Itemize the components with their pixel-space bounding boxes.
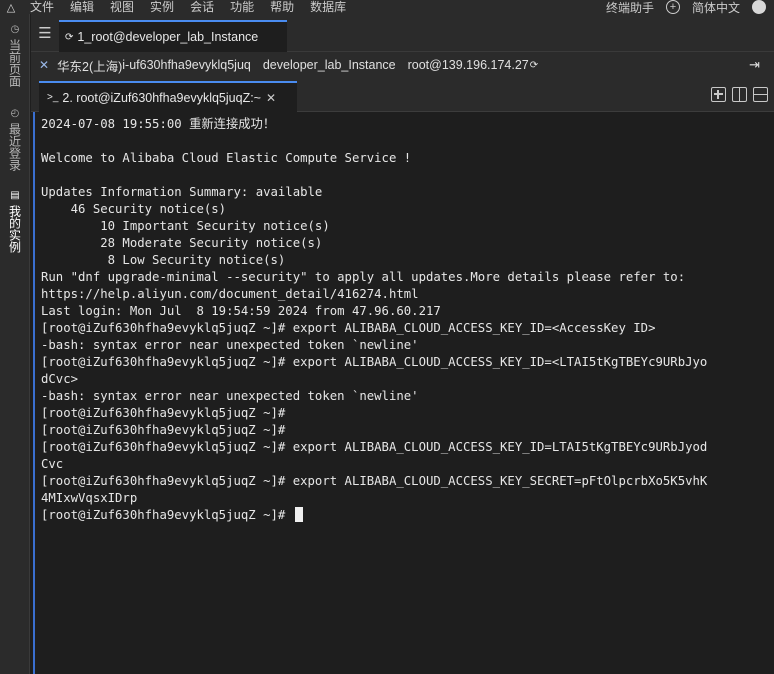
menu-instance[interactable]: 实例 xyxy=(150,0,174,14)
terminal-line: -bash: syntax error near unexpected toke… xyxy=(41,338,419,352)
sidebar-item-label: 最近登录 xyxy=(7,123,22,171)
reconnect-icon: ⟳ xyxy=(65,31,74,43)
terminal-line: 4MIxwVqsxIDrp xyxy=(41,491,138,505)
terminal-line: [root@iZuf630hfha9evyklq5juqZ ~]# export… xyxy=(41,474,708,488)
clock-icon: ◷ xyxy=(9,24,21,35)
sidebar-item-recent-login[interactable]: ◴ 最近登录 xyxy=(5,108,25,171)
terminal-assistant-button[interactable]: 终端助手 xyxy=(606,0,654,15)
instance-info-bar: ✕ 华东2(上海) i-uf630hfha9evyklq5juq develop… xyxy=(31,52,774,78)
terminal-line: Welcome to Alibaba Cloud Elastic Compute… xyxy=(41,151,412,165)
new-pane-icon[interactable] xyxy=(711,87,726,102)
terminal-line: dCvc> xyxy=(41,372,79,386)
menu-file[interactable]: 文件 xyxy=(30,0,54,14)
menu-view[interactable]: 视图 xyxy=(110,0,134,14)
terminal-line: 46 Security notice(s) xyxy=(41,202,227,216)
language-selector[interactable]: 简体中文 xyxy=(692,0,740,15)
sidebar-item-label: 当前页面 xyxy=(7,39,22,87)
menu-features[interactable]: 功能 xyxy=(230,0,254,14)
terminal-prompt: [root@iZuf630hfha9evyklq5juqZ ~]# xyxy=(41,508,293,522)
menu-help[interactable]: 帮助 xyxy=(270,0,294,14)
close-tab-icon[interactable]: ✕ xyxy=(266,91,276,105)
reconnect-icon[interactable]: ⟳ xyxy=(530,60,538,71)
terminal-icon: >_ xyxy=(47,92,59,103)
tab-terminal-2[interactable]: >_ 2. root@iZuf630hfha9evyklq5juqZ:~ ✕ xyxy=(39,81,297,112)
sidebar: ◷ 当前页面 ◴ 最近登录 ▤ 我的实例 xyxy=(0,14,30,674)
avatar[interactable] xyxy=(752,0,766,14)
terminal-line: -bash: syntax error near unexpected toke… xyxy=(41,389,419,403)
instance-name: developer_lab_Instance xyxy=(262,58,396,72)
terminal-line: [root@iZuf630hfha9evyklq5juqZ ~]# xyxy=(41,406,286,420)
terminal-line: Cvc xyxy=(41,457,64,471)
terminal-line: [root@iZuf630hfha9evyklq5juqZ ~]# export… xyxy=(41,440,708,454)
sidebar-item-current-page[interactable]: ◷ 当前页面 xyxy=(5,24,25,87)
terminal-output[interactable]: 2024-07-08 19:55:00 重新连接成功！ Welcome to A… xyxy=(33,112,774,674)
list-icon: ▤ xyxy=(9,190,21,201)
instance-id: i-uf630hfha9evyklq5juq xyxy=(122,58,251,72)
terminal-tab-bar: >_ 2. root@iZuf630hfha9evyklq5juqZ:~ ✕ xyxy=(31,78,774,112)
terminal-line: [root@iZuf630hfha9evyklq5juqZ ~]# export… xyxy=(41,321,656,335)
menu-edit[interactable]: 编辑 xyxy=(70,0,94,14)
session-tab-bar: ☰ ⟳ 1_root@developer_lab_Instance xyxy=(31,14,774,52)
terminal-line: 2024-07-08 19:55:00 重新连接成功！ xyxy=(41,117,276,131)
sidebar-item-my-instances[interactable]: ▤ 我的实例 xyxy=(5,190,25,253)
terminal-cursor xyxy=(294,507,303,522)
menu-bar: △ 文件 编辑 视图 实例 会话 功能 帮助 数据库 终端助手 + 简体中文 xyxy=(0,0,774,14)
terminal-line: [root@iZuf630hfha9evyklq5juqZ ~]# export… xyxy=(41,355,708,369)
close-icon[interactable]: ✕ xyxy=(31,58,57,72)
add-icon[interactable]: + xyxy=(665,0,680,14)
terminal-line: Last login: Mon Jul 8 19:54:59 2024 from… xyxy=(41,304,441,318)
terminal-line: 8 Low Security notice(s) xyxy=(41,253,286,267)
menu-session[interactable]: 会话 xyxy=(190,0,214,14)
terminal-line: Run "dnf upgrade-minimal --security" to … xyxy=(41,270,686,284)
sidebar-item-label: 我的实例 xyxy=(7,205,22,253)
terminal-line: 28 Moderate Security notice(s) xyxy=(41,236,323,250)
app-logo-icon: △ xyxy=(6,1,16,14)
menu-database[interactable]: 数据库 xyxy=(310,0,346,14)
split-horizontal-icon[interactable] xyxy=(753,87,768,102)
terminal-line: 10 Important Security notice(s) xyxy=(41,219,330,233)
terminal-line: Updates Information Summary: available xyxy=(41,185,323,199)
hamburger-menu-icon[interactable]: ☰ xyxy=(31,24,59,42)
terminal-prompt-line[interactable]: [root@iZuf630hfha9evyklq5juqZ ~]# xyxy=(41,507,774,524)
menu-bar-right: 终端助手 + 简体中文 xyxy=(606,0,774,14)
login-address: root@139.196.174.27 xyxy=(407,58,529,72)
tab-label: 1_root@developer_lab_Instance xyxy=(77,30,259,44)
split-tools xyxy=(711,87,768,102)
tab-label: 2. root@iZuf630hfha9evyklq5juqZ:~ xyxy=(62,90,261,105)
region-label: 华东2(上海) xyxy=(57,59,123,74)
logout-icon[interactable]: ⇥ xyxy=(749,57,760,73)
split-vertical-icon[interactable] xyxy=(732,87,747,102)
history-icon: ◴ xyxy=(9,108,21,119)
terminal-line: [root@iZuf630hfha9evyklq5juqZ ~]# xyxy=(41,423,286,437)
terminal-line: https://help.aliyun.com/document_detail/… xyxy=(41,287,419,301)
tab-session-1[interactable]: ⟳ 1_root@developer_lab_Instance xyxy=(59,20,287,52)
